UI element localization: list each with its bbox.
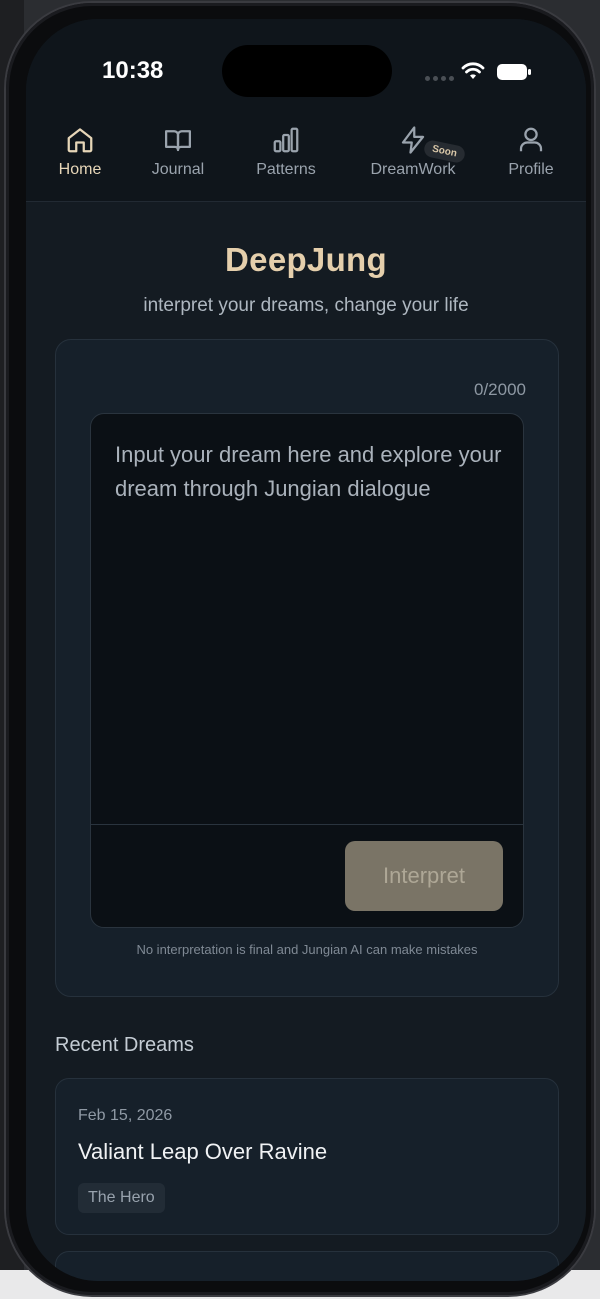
dream-title: Valiant Leap Over Ravine (78, 1139, 328, 1164)
tab-label: Journal (151, 161, 205, 178)
phone-frame: 10:38 Home Journal Patterns DreamWork Pr… (6, 3, 594, 1295)
dream-input-field[interactable] (113, 436, 507, 800)
interpret-button[interactable]: Interpret (345, 841, 503, 911)
character-counter: 0/2000 (474, 380, 526, 399)
app-subtitle: interpret your dreams, change your life (143, 295, 469, 316)
status-bar: 10:38 (26, 19, 586, 109)
tab-bar: Home Journal Patterns DreamWork Profile (26, 109, 586, 202)
tab-profile[interactable]: Profile (488, 109, 574, 201)
signal-dots-icon (425, 76, 454, 81)
dream-input-card: 0/2000 Interpret No interpretation is fi… (55, 339, 559, 997)
status-time: 10:38 (102, 57, 164, 84)
tab-patterns[interactable]: Patterns (238, 109, 334, 201)
battery-icon (497, 64, 531, 80)
wifi-icon (461, 62, 485, 79)
tab-home[interactable]: Home (38, 109, 122, 201)
ai-disclaimer: No interpretation is final and Jungian A… (136, 942, 478, 957)
tab-journal[interactable]: Journal (136, 109, 220, 201)
dream-date: Feb 15, 2026 (78, 1107, 173, 1124)
book-icon (165, 130, 191, 152)
recent-dream-card[interactable]: Feb 15, 2026 Valiant Leap Over Ravine Th… (55, 1078, 559, 1235)
home-icon (67, 128, 93, 153)
archetype-tag: The Hero (78, 1183, 165, 1213)
recent-dreams-heading: Recent Dreams (55, 1034, 194, 1056)
app-screen: 10:38 Home Journal Patterns DreamWork Pr… (26, 19, 586, 1281)
tab-label: DreamWork (370, 161, 456, 178)
recent-dream-card-peek[interactable] (55, 1251, 559, 1281)
dream-input-container: Interpret (90, 413, 524, 928)
dynamic-island (222, 45, 392, 97)
app-title: DeepJung (225, 241, 387, 278)
tab-label: Home (58, 161, 102, 178)
input-divider (91, 824, 523, 825)
user-icon (519, 127, 543, 152)
tab-label: Profile (508, 161, 554, 178)
bar-chart-icon (273, 127, 299, 153)
tab-label: Patterns (256, 161, 316, 178)
